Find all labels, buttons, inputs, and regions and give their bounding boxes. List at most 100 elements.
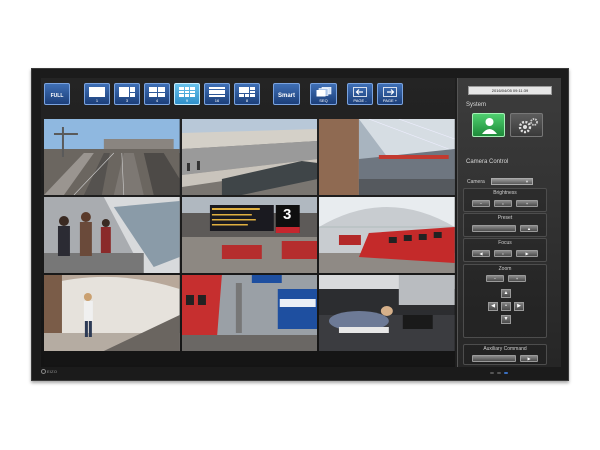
camera-label: Camera xyxy=(467,179,485,185)
preset-group: Preset ▲ xyxy=(463,213,547,237)
brightness-down-button[interactable]: − xyxy=(472,200,490,207)
brightness-group: Brightness − • + xyxy=(463,188,547,212)
layout-8-icon xyxy=(239,87,255,97)
datetime-display: 2016/04/05 09:11:39 xyxy=(468,86,552,95)
auxiliary-group: Auxiliary Command ▶ xyxy=(463,344,547,365)
screen: FULL 1 3 4 9 16 8 Smart SEQ PAGE - PAGE … xyxy=(41,78,561,367)
video-panel: FULL 1 3 4 9 16 8 Smart SEQ PAGE - PAGE … xyxy=(41,78,455,367)
led-indicator xyxy=(490,372,494,374)
layout-3-label: 3 xyxy=(125,98,129,103)
camera-tile-5[interactable]: 3 xyxy=(181,197,318,273)
layout-1-icon xyxy=(89,87,105,97)
layout-9-button[interactable]: 9 xyxy=(174,83,200,105)
camera-feed-1 xyxy=(44,119,180,195)
zoom-out-button[interactable]: − xyxy=(486,275,504,282)
focus-far-button[interactable]: ▶ xyxy=(516,250,538,257)
zoom-label: Zoom xyxy=(498,266,512,272)
focus-auto-button[interactable]: • xyxy=(494,250,512,257)
layout-4-button[interactable]: 4 xyxy=(144,83,170,105)
camera-tile-8[interactable] xyxy=(181,275,318,351)
layout-9-icon xyxy=(179,87,195,97)
camera-feed-8 xyxy=(181,275,318,351)
pan-right-button[interactable]: ▶ xyxy=(514,302,524,311)
layout-4-label: 4 xyxy=(155,98,159,103)
layout-1-label: 1 xyxy=(95,98,99,103)
camera-control-title: Camera Control xyxy=(466,159,509,165)
brightness-label: Brightness xyxy=(493,190,517,196)
camera-tile-6[interactable] xyxy=(319,197,455,273)
layout-16-label: 16 xyxy=(214,98,220,103)
zoom-in-button[interactable]: + xyxy=(508,275,526,282)
user-icon xyxy=(482,118,497,134)
brand-logo-text: EIZO xyxy=(47,369,58,374)
focus-group: Focus ◀ • ▶ xyxy=(463,238,547,262)
auxiliary-label: Auxiliary Command xyxy=(483,346,527,352)
platform-number-sign: 3 xyxy=(282,206,292,223)
brand-logo-mark xyxy=(41,369,46,375)
settings-button[interactable] xyxy=(510,113,543,137)
full-button[interactable]: FULL xyxy=(44,83,70,105)
monitor-bezel: FULL 1 3 4 9 16 8 Smart SEQ PAGE - PAGE … xyxy=(31,68,569,381)
seq-button-label: SEQ xyxy=(319,98,328,103)
layout-9-label: 9 xyxy=(185,98,189,103)
seq-button[interactable]: SEQ xyxy=(310,83,337,105)
preset-label: Preset xyxy=(497,215,513,221)
camera-grid: 3 xyxy=(44,119,455,351)
smart-button-label: Smart xyxy=(277,93,295,99)
camera-tile-2[interactable] xyxy=(181,119,318,195)
pan-left-button[interactable]: ◀ xyxy=(488,302,498,311)
pan-home-button[interactable]: • xyxy=(501,302,511,311)
camera-tile-1[interactable] xyxy=(44,119,180,195)
pan-down-button[interactable]: ▼ xyxy=(501,315,511,324)
arrow-right-icon xyxy=(383,87,397,97)
smart-button[interactable]: Smart xyxy=(273,83,300,105)
camera-feed-5 xyxy=(181,197,318,273)
camera-tile-3[interactable] xyxy=(319,119,455,195)
layout-3-icon xyxy=(119,87,135,97)
brand-logo: EIZO xyxy=(41,369,58,375)
gear-icon xyxy=(518,118,538,134)
page-prev-button[interactable]: PAGE - xyxy=(347,83,373,105)
status-leds xyxy=(490,372,508,374)
camera-tile-4[interactable] xyxy=(44,197,180,273)
page-next-button[interactable]: PAGE + xyxy=(377,83,403,105)
preset-go-button[interactable]: ▲ xyxy=(520,225,538,232)
arrow-left-icon xyxy=(353,87,367,97)
layout-3-button[interactable]: 3 xyxy=(114,83,140,105)
layout-16-button[interactable]: 16 xyxy=(204,83,230,105)
status-bar xyxy=(44,354,455,365)
layout-toolbar: FULL 1 3 4 9 16 8 Smart SEQ PAGE - PAGE … xyxy=(44,83,454,107)
brightness-reset-button[interactable]: • xyxy=(494,200,512,207)
auxiliary-send-button[interactable]: ▶ xyxy=(520,355,538,362)
page-next-label: PAGE + xyxy=(382,98,398,103)
camera-feed-6 xyxy=(319,197,455,273)
chevron-down-icon: ▼ xyxy=(525,179,529,184)
brightness-up-button[interactable]: + xyxy=(516,200,538,207)
camera-feed-9 xyxy=(319,275,455,351)
auxiliary-select[interactable] xyxy=(472,355,516,362)
camera-feed-2 xyxy=(181,119,318,195)
led-indicator xyxy=(497,372,501,374)
full-button-label: FULL xyxy=(50,93,64,99)
camera-feed-7 xyxy=(44,275,180,351)
sequence-icon xyxy=(316,87,331,97)
preset-select[interactable] xyxy=(472,225,516,232)
control-panel: 2016/04/05 09:11:39 System Camera Contro… xyxy=(457,78,561,367)
camera-tile-7[interactable] xyxy=(44,275,180,351)
system-title: System xyxy=(466,102,487,108)
pan-up-button[interactable]: ▲ xyxy=(501,289,511,298)
zoom-group: Zoom − + ▲ ◀ • ▶ ▼ xyxy=(463,264,547,338)
user-button[interactable] xyxy=(472,113,505,137)
camera-feed-3 xyxy=(319,119,455,195)
focus-label: Focus xyxy=(498,240,512,246)
layout-16-icon xyxy=(209,87,225,97)
camera-tile-9[interactable] xyxy=(319,275,455,351)
page-prev-label: PAGE - xyxy=(353,98,367,103)
layout-1-button[interactable]: 1 xyxy=(84,83,110,105)
focus-near-button[interactable]: ◀ xyxy=(472,250,490,257)
power-button[interactable] xyxy=(504,372,508,374)
layout-8-button[interactable]: 8 xyxy=(234,83,260,105)
camera-feed-4 xyxy=(44,197,180,273)
layout-8-label: 8 xyxy=(245,98,249,103)
layout-4-icon xyxy=(149,87,165,97)
